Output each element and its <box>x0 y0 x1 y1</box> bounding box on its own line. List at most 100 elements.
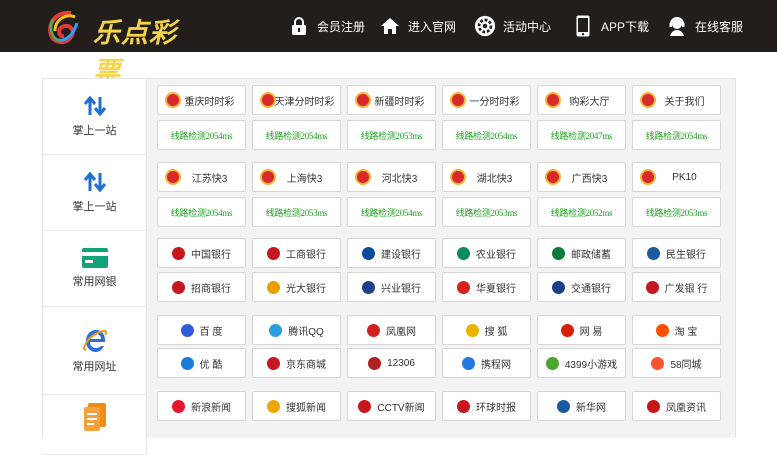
lottery-link[interactable]: 关于我们 <box>632 85 721 115</box>
lottery-link[interactable]: 广西快3 <box>537 162 626 192</box>
lottery-link[interactable]: PK10 <box>632 162 721 192</box>
phone-icon <box>572 15 594 37</box>
lottery-logo-icon <box>640 169 656 185</box>
lottery-logo-icon <box>260 92 276 108</box>
nav-official-site[interactable]: 进入官网 <box>379 0 456 52</box>
lottery-link[interactable]: 天津分时时彩 <box>252 85 341 115</box>
lottery-link[interactable]: 江苏快3 <box>157 162 246 192</box>
lottery-logo-icon <box>165 92 181 108</box>
ceb-icon <box>267 280 280 294</box>
58-icon <box>651 356 665 370</box>
nav-activity-center[interactable]: 活动中心 <box>474 0 551 52</box>
lottery-link[interactable]: 湖北快3 <box>442 162 531 192</box>
bank-link[interactable]: 建设银行 <box>347 238 436 268</box>
category-mobile-2: 掌上一站 <box>43 155 147 231</box>
youku-icon <box>180 356 194 370</box>
bank-link[interactable]: 华夏银行 <box>442 272 531 302</box>
site-logo[interactable]: 乐点彩票 <box>43 7 203 88</box>
line-speed-test[interactable]: 线路检测2052ms <box>537 197 626 227</box>
website-link[interactable]: 优 酷 <box>157 348 246 378</box>
news-link[interactable]: 新浪新闻 <box>157 391 246 421</box>
lottery-link[interactable]: 购彩大厅 <box>537 85 626 115</box>
line-speed-test[interactable]: 线路检测2053ms <box>347 120 436 150</box>
link-directory: 掌上一站 掌上一站 常用网银 常用网址 重庆时时彩 线路检测2054ms 天津分时时… <box>42 78 736 455</box>
bank-link[interactable]: 邮政储蓄 <box>537 238 626 268</box>
lottery-link[interactable]: 重庆时时彩 <box>157 85 246 115</box>
lottery-link-label: 湖北快3 <box>476 173 513 185</box>
line-speed-test[interactable]: 线路检测2053ms <box>442 197 531 227</box>
line-speed-test-label: 线路检测2054ms <box>170 130 233 141</box>
bank-link[interactable]: 工商银行 <box>252 238 341 268</box>
xinhua-icon <box>557 399 570 413</box>
category-label: 常用网银 <box>72 276 117 288</box>
line-speed-test[interactable]: 线路检测2054ms <box>252 120 341 150</box>
category-label: 常用网址 <box>72 361 117 373</box>
website-link[interactable]: 4399小游戏 <box>537 348 626 378</box>
lottery-link[interactable]: 一分时时彩 <box>442 85 531 115</box>
news-link-label: 新华网 <box>576 402 606 414</box>
website-link[interactable]: 凤凰网 <box>347 315 436 345</box>
bank-link[interactable]: 广发银 行 <box>632 272 721 302</box>
bank-link[interactable]: 农业银行 <box>442 238 531 268</box>
lottery-logo-icon <box>165 169 181 185</box>
lottery-link[interactable]: 上海快3 <box>252 162 341 192</box>
bank-link[interactable]: 中国银行 <box>157 238 246 268</box>
bank-link[interactable]: 民生银行 <box>632 238 721 268</box>
line-speed-test-label: 线路检测2053ms <box>455 207 518 218</box>
nav-app-download[interactable]: APP下载 <box>572 0 649 52</box>
website-link-label: 淘 宝 <box>674 326 698 338</box>
website-link[interactable]: 携程网 <box>442 348 531 378</box>
website-link[interactable]: 58同城 <box>632 348 721 378</box>
nav-online-support[interactable]: 在线客服 <box>666 0 743 52</box>
website-link[interactable]: 淘 宝 <box>632 315 721 345</box>
line-speed-test[interactable]: 线路检测2054ms <box>632 120 721 150</box>
line-speed-test[interactable]: 线路检测2053ms <box>632 197 721 227</box>
lottery-link[interactable]: 河北快3 <box>347 162 436 192</box>
news-link[interactable]: 环球时报 <box>442 391 531 421</box>
bank-link[interactable]: 兴业银行 <box>347 272 436 302</box>
swap-arrows-icon <box>83 95 106 117</box>
website-link[interactable]: 12306 <box>347 348 436 378</box>
ie-browser-icon <box>82 329 107 352</box>
nav-register[interactable]: 会员注册 <box>288 0 365 52</box>
website-link[interactable]: 腾讯QQ <box>252 315 341 345</box>
line-speed-test[interactable]: 线路检测2054ms <box>442 120 531 150</box>
lottery-link-label: 广西快3 <box>571 173 608 185</box>
bank-link[interactable]: 交通银行 <box>537 272 626 302</box>
website-link[interactable]: 搜 狐 <box>442 315 531 345</box>
lottery-link-label: 一分时时彩 <box>469 96 520 108</box>
netease-icon <box>560 323 574 337</box>
news-link[interactable]: 凤凰资讯 <box>632 391 721 421</box>
website-link[interactable]: 网 易 <box>537 315 626 345</box>
line-speed-test[interactable]: 线路检测2054ms <box>157 120 246 150</box>
line-speed-test-label: 线路检测2054ms <box>645 130 708 141</box>
website-link[interactable]: 京东商城 <box>252 348 341 378</box>
news-link[interactable]: 新华网 <box>537 391 626 421</box>
cmb-icon <box>172 280 185 294</box>
gear-icon <box>474 15 496 37</box>
line-speed-test[interactable]: 线路检测2054ms <box>157 197 246 227</box>
news-link[interactable]: CCTV新闻 <box>347 391 436 421</box>
lottery-logo-icon <box>260 169 276 185</box>
bank-link-label: 工商银行 <box>286 249 326 261</box>
lottery-logo-icon <box>355 92 371 108</box>
news-link[interactable]: 搜狐新闻 <box>252 391 341 421</box>
news-link-label: 新浪新闻 <box>191 402 231 414</box>
line-speed-test[interactable]: 线路检测2053ms <box>252 197 341 227</box>
bank-link[interactable]: 光大银行 <box>252 272 341 302</box>
line-speed-test[interactable]: 线路检测2054ms <box>347 197 436 227</box>
sohu-news-icon <box>267 399 280 413</box>
baidu-paw-icon <box>180 323 194 337</box>
line-speed-test-label: 线路检测2053ms <box>645 207 708 218</box>
line-speed-test[interactable]: 线路检测2047ms <box>537 120 626 150</box>
category-label: 掌上一站 <box>72 201 117 213</box>
bank-link-label: 建设银行 <box>381 249 421 261</box>
bank-link-label: 招商银行 <box>191 283 231 295</box>
line-speed-test-label: 线路检测2053ms <box>360 130 423 141</box>
logo-swirl-icon <box>48 10 79 44</box>
website-link-label: 搜 狐 <box>484 326 508 338</box>
hxb-icon <box>457 280 470 294</box>
bank-link[interactable]: 招商银行 <box>157 272 246 302</box>
website-link[interactable]: 百 度 <box>157 315 246 345</box>
lottery-link[interactable]: 新疆时时彩 <box>347 85 436 115</box>
